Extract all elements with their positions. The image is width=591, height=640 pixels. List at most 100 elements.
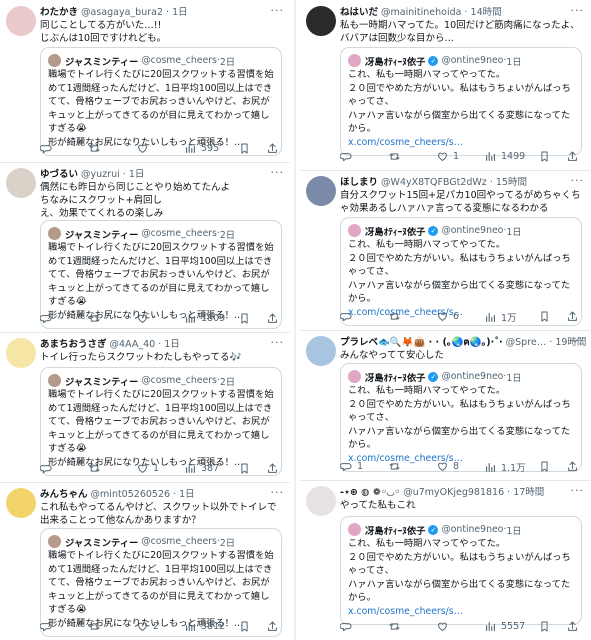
reply-button[interactable] <box>340 620 357 633</box>
bookmark-button[interactable] <box>238 312 255 325</box>
reply-button[interactable] <box>40 620 57 633</box>
quoted-tweet[interactable]: 冴島ｵﾃｨｰﾇ依子 ✓ @ontine9neo · 1日 これ、私も一時期ハマってやっ… <box>340 47 582 156</box>
views-button[interactable]: 1809 <box>184 312 225 325</box>
more-options-icon[interactable]: ··· <box>571 4 585 17</box>
retweet-button[interactable] <box>388 460 405 473</box>
retweet-button[interactable] <box>88 462 105 475</box>
author-handle[interactable]: @4AA_40 <box>110 339 156 350</box>
author-handle[interactable]: @mainitinehoida <box>381 7 461 18</box>
bookmark-button[interactable] <box>538 150 555 163</box>
like-button[interactable]: 6 <box>436 310 459 323</box>
reply-button[interactable] <box>40 462 57 475</box>
quoted-link[interactable]: x.com/cosme_cheers/s… <box>348 136 574 150</box>
tweet[interactable]: プラレベ🐟🔍🦊👜 · · (｡🌏ฅ🌏｡)·˚· @Spre… · 19時間 ···… <box>300 330 590 481</box>
more-options-icon[interactable]: ··· <box>271 4 285 17</box>
tweet[interactable]: ねはいだ @mainitinehoida · 14時間 ··· 私も一時期ハマってた… <box>300 0 590 171</box>
share-button[interactable] <box>566 620 583 633</box>
post-time[interactable]: 1日 <box>129 169 145 180</box>
more-options-icon[interactable]: ··· <box>571 334 585 347</box>
post-time[interactable]: 1日 <box>172 7 188 18</box>
like-button[interactable]: 1 <box>136 462 159 475</box>
views-button[interactable]: 387 <box>184 462 219 475</box>
author-name[interactable]: ねはいだ <box>340 7 378 18</box>
quoted-tweet[interactable]: ジャスミンティー @cosme_cheers · 2日 職場でトイレ行くたびに20回… <box>40 367 282 476</box>
reply-button[interactable] <box>340 150 357 163</box>
reply-button[interactable] <box>40 312 57 325</box>
avatar[interactable] <box>306 486 336 516</box>
author-handle[interactable]: @u7myOKjeg981816 <box>403 487 504 498</box>
like-button[interactable]: 1 <box>436 150 459 163</box>
views-button[interactable]: 1万 <box>484 310 517 324</box>
views-button[interactable]: 1499 <box>484 150 525 163</box>
share-button[interactable] <box>266 620 283 633</box>
tweet[interactable]: ほしまり @W4yX8TQFBGt2dWz · 15時間 ··· 自分スクワット15… <box>300 170 590 331</box>
bookmark-button[interactable] <box>238 620 255 633</box>
reply-button[interactable] <box>40 142 57 155</box>
author-name[interactable]: みんちゃん <box>40 489 88 500</box>
avatar[interactable] <box>306 336 336 366</box>
avatar[interactable] <box>306 6 336 36</box>
more-options-icon[interactable]: ··· <box>571 484 585 497</box>
retweet-button[interactable] <box>388 620 405 633</box>
author-name[interactable]: ほしまり <box>340 177 378 188</box>
avatar[interactable] <box>6 168 36 198</box>
like-button[interactable] <box>136 142 153 155</box>
avatar[interactable] <box>6 6 36 36</box>
like-button[interactable]: 2 <box>136 620 159 633</box>
more-options-icon[interactable]: ··· <box>571 174 585 187</box>
author-name[interactable]: あまちおうさぎ <box>40 339 107 350</box>
reply-button[interactable]: 1 <box>340 460 363 473</box>
author-name[interactable]: -⋆⊛ ◍ ❁◦◡◦ <box>340 487 400 498</box>
author-handle[interactable]: @mint05260526 <box>91 489 171 500</box>
bookmark-button[interactable] <box>238 462 255 475</box>
post-time[interactable]: 1日 <box>179 489 195 500</box>
author-name[interactable]: プラレベ🐟🔍🦊👜 · · (｡🌏ฅ🌏｡)·˚· <box>340 337 503 348</box>
more-options-icon[interactable]: ··· <box>271 486 285 499</box>
tweet[interactable]: わたかき @asagaya_bura2 · 1日 ··· 同じことしてる方がいた…!… <box>0 0 290 163</box>
author-name[interactable]: わたかき <box>40 7 78 18</box>
quoted-link[interactable]: x.com/cosme_cheers/s… <box>348 605 574 619</box>
avatar[interactable] <box>6 338 36 368</box>
views-button[interactable]: 595 <box>184 142 219 155</box>
share-button[interactable] <box>566 310 583 323</box>
bookmark-button[interactable] <box>538 460 555 473</box>
quoted-tweet[interactable]: 冴島ｵﾃｨｰﾇ依子 ✓ @ontine9neo · 1日 これ、私も一時期ハマってやっ… <box>340 363 582 472</box>
retweet-button[interactable] <box>88 620 105 633</box>
views-button[interactable]: 1.1万 <box>484 460 526 474</box>
like-button[interactable] <box>436 620 453 633</box>
bookmark-button[interactable] <box>538 620 555 633</box>
avatar[interactable] <box>306 176 336 206</box>
author-handle[interactable]: @yuzrui <box>81 169 120 180</box>
retweet-button[interactable] <box>388 150 405 163</box>
like-button[interactable] <box>136 312 153 325</box>
retweet-button[interactable] <box>88 142 105 155</box>
more-options-icon[interactable]: ··· <box>271 166 285 179</box>
tweet[interactable]: -⋆⊛ ◍ ❁◦◡◦ @u7myOKjeg981816 · 17時間 ··· やって… <box>300 480 590 640</box>
author-handle[interactable]: @Spre… <box>506 337 547 348</box>
bookmark-button[interactable] <box>538 310 555 323</box>
views-button[interactable]: 5557 <box>484 620 525 633</box>
bookmark-button[interactable] <box>238 142 255 155</box>
retweet-button[interactable] <box>88 312 105 325</box>
share-button[interactable] <box>566 150 583 163</box>
author-handle[interactable]: @asagaya_bura2 <box>81 7 163 18</box>
author-handle[interactable]: @W4yX8TQFBGt2dWz <box>381 177 487 188</box>
quoted-tweet[interactable]: ジャスミンティー @cosme_cheers · 2日 職場でトイレ行くたびに20回… <box>40 47 282 156</box>
quoted-tweet[interactable]: 冴島ｵﾃｨｰﾇ依子 ✓ @ontine9neo · 1日 これ、私も一時期ハマってやっ… <box>340 516 582 625</box>
more-options-icon[interactable]: ··· <box>271 336 285 349</box>
tweet[interactable]: みんちゃん @mint05260526 · 1日 ··· これ私もやってるんやけど、… <box>0 482 290 640</box>
avatar[interactable] <box>6 488 36 518</box>
like-button[interactable]: 8 <box>436 460 459 473</box>
author-name[interactable]: ゆづるい <box>40 169 78 180</box>
share-button[interactable] <box>266 462 283 475</box>
tweet[interactable]: ゆづるい @yuzrui · 1日 ··· 偶然にも昨日から同じことやり始めてたんよ… <box>0 162 290 333</box>
share-button[interactable] <box>266 312 283 325</box>
post-time[interactable]: 17時間 <box>513 487 544 498</box>
share-button[interactable] <box>266 142 283 155</box>
retweet-button[interactable] <box>388 310 405 323</box>
tweet[interactable]: あまちおうさぎ @4AA_40 · 1日 ··· トイレ行ったらスクワットわたしもや… <box>0 332 290 483</box>
reply-button[interactable] <box>340 310 357 323</box>
views-button[interactable]: 3812 <box>184 620 225 633</box>
post-time[interactable]: 15時間 <box>496 177 527 188</box>
post-time[interactable]: 1日 <box>164 339 180 350</box>
